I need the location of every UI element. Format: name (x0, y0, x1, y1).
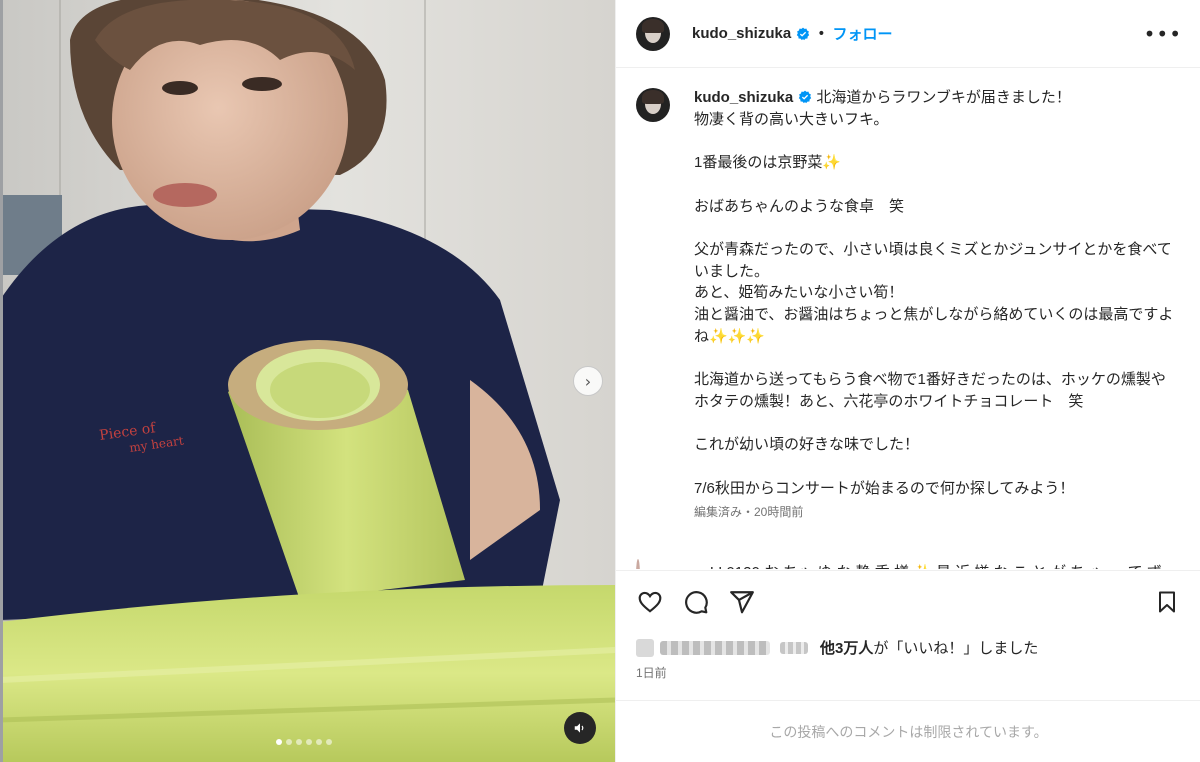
share-icon (730, 591, 754, 614)
caption-meta: 編集済み・20時間前 (694, 505, 804, 520)
comment-button[interactable] (682, 588, 710, 616)
post-date[interactable]: 1日前 (636, 664, 667, 681)
liker-name-redacted (660, 640, 770, 655)
carousel-dot (296, 739, 302, 745)
verified-icon (799, 90, 812, 104)
avatar[interactable] (636, 559, 640, 569)
heart-icon (638, 591, 662, 613)
partial-comment: _ _ __ ! ! 0120 お ちゃ ゆ な 静 香 様 ✨ 最 近 嫌 な… (636, 559, 1181, 569)
carousel-dot (276, 739, 282, 745)
chevron-right-icon: › (584, 371, 592, 391)
likes-count[interactable]: 他3万人 (820, 637, 873, 658)
caption-username[interactable]: kudo_shizuka (694, 89, 793, 106)
comments-restricted-bar: この投稿へのコメントは制限されています。 (616, 700, 1200, 762)
audio-toggle-button[interactable] (564, 712, 596, 744)
comment-icon (685, 591, 708, 614)
liker-avatar (636, 638, 654, 657)
carousel-dot (306, 739, 312, 745)
verified-icon (797, 27, 810, 40)
bookmark-icon (1159, 591, 1175, 613)
avatar[interactable] (636, 16, 670, 51)
comments-restricted-text: この投稿へのコメントは制限されています。 (769, 723, 1048, 740)
caption-text: kudo_shizuka 北海道からラワンブキが届きました！ 物凄く背の高い大き… (694, 87, 1174, 499)
avatar[interactable] (636, 88, 670, 122)
follow-button[interactable]: フォロー (832, 23, 892, 44)
liker-name-redacted (780, 641, 808, 654)
like-button[interactable] (636, 588, 664, 616)
caption-first-line: 北海道からラワンブキが届きました！ (816, 89, 1071, 106)
post-caption: kudo_shizuka 北海道からラワンブキが届きました！ 物凄く背の高い大き… (636, 87, 1181, 520)
audio-icon (574, 723, 584, 733)
carousel-dot (326, 739, 332, 745)
frame-border (0, 0, 3, 762)
username-link[interactable]: kudo_shizuka (692, 25, 791, 42)
likes-summary[interactable]: 他3万人 が「いいね！」しました (636, 637, 1038, 658)
carousel-dots (276, 739, 332, 745)
post-photo: Piece of my heart (0, 0, 615, 762)
post-media[interactable]: Piece of my heart › (0, 0, 615, 762)
more-options-icon[interactable]: ••• (1144, 24, 1182, 44)
action-bar (616, 571, 1200, 633)
partial-comment-text: _ _ __ ! ! 0120 お ちゃ ゆ な 静 香 様 ✨ 最 近 嫌 な… (664, 559, 1181, 569)
share-button[interactable] (728, 588, 756, 616)
next-media-button[interactable]: › (573, 366, 603, 396)
caption-body-text: 物凄く背の高い大きいフキ。 1番最後のは京野菜✨ おばあちゃんのような食卓 笑 … (694, 110, 1174, 497)
likes-text: が「いいね！」しました (873, 640, 1039, 657)
caption-scroll-area[interactable]: kudo_shizuka 北海道からラワンブキが届きました！ 物凄く背の高い大き… (616, 69, 1200, 569)
post-sidebar: kudo_shizuka • フォロー ••• kudo_shizuka 北海道… (615, 0, 1200, 762)
carousel-dot (316, 739, 322, 745)
post-header: kudo_shizuka • フォロー ••• (616, 0, 1200, 68)
header-separator: • (817, 25, 826, 42)
carousel-dot (286, 739, 292, 745)
post-actions-section: 他3万人 が「いいね！」しました 1日前 (616, 570, 1200, 680)
save-button[interactable] (1153, 588, 1181, 616)
